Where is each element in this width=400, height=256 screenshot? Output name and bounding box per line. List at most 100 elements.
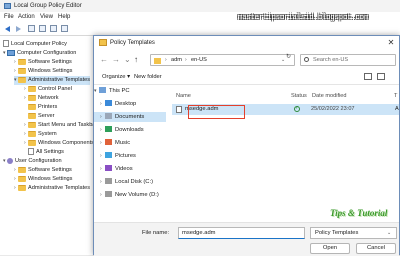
tree-item-control-panel[interactable]: › Control Panel [24,85,72,94]
chevron-down-icon: ⌄ [387,230,392,236]
view-options-icon[interactable] [364,73,372,80]
up-arrow-icon[interactable]: ↑ [134,55,138,65]
breadcrumb-en-us[interactable]: en-US [191,57,207,63]
column-header-type[interactable]: T [394,93,397,99]
nav-downloads[interactable]: › Downloads [94,125,166,135]
recent-chevron-icon[interactable]: ⌄ [124,55,131,65]
open-button[interactable]: Open [310,243,350,254]
tree-item-all-settings[interactable]: All Settings [24,148,64,157]
policy-icon [3,40,9,48]
nav-local-disk-c[interactable]: › Local Disk (C:) [94,177,166,187]
tree-item-user-administrative-templates[interactable]: › Administrative Templates [14,184,90,193]
tree-item-start-menu[interactable]: › Start Menu and Taskba [24,121,95,130]
search-box[interactable]: Search en-US [300,54,396,66]
nav-new-volume-d[interactable]: › New Volume (D:) [94,190,166,200]
properties-icon[interactable] [39,25,46,32]
dialog-title: Policy Templates [110,40,155,46]
file-type-select[interactable]: Policy Templates ⌄ [310,227,397,239]
tree-item-user-configuration[interactable]: ▾ User Configuration [3,157,62,166]
menu-file[interactable]: File [4,14,14,20]
nav-desktop[interactable]: › Desktop [94,99,166,109]
documents-icon [105,113,112,120]
file-type: A [395,106,399,112]
tree-item-printers[interactable]: Printers [24,103,57,112]
window-title: Local Group Policy Editor [14,3,82,9]
column-header-name[interactable]: Name [176,93,191,99]
folder-icon [18,166,26,173]
preview-pane-icon[interactable] [377,73,385,80]
policy-templates-dialog: Policy Templates ✕ ← → ⌄ ↑ › adm › en-US… [93,35,400,256]
navigation-pane: ▾ This PC › Desktop › Documents › Downloads … [94,86,166,221]
folder-icon [18,67,26,74]
folder-icon [28,121,36,128]
folder-icon [18,58,26,65]
watermark-text: Tips & Tutorial [330,208,388,218]
tree-item-computer-configuration[interactable]: ▾ Computer Configuration [3,49,76,58]
search-placeholder: Search en-US [313,57,349,63]
navigation-bar: ← → ⌄ ↑ › adm › en-US ⌄ ↻ Search en-US [94,51,399,69]
column-header-date[interactable]: Date modified [312,93,347,99]
music-icon [105,139,112,146]
adm-file-icon [176,106,182,113]
folder-icon [28,139,36,146]
policy-tree: Local Computer Policy ▾ Computer Configur… [0,38,96,255]
tree-item-system[interactable]: › System [24,130,57,139]
cancel-button[interactable]: Cancel [356,243,396,254]
folder-icon [28,94,36,101]
show-hide-tree-icon[interactable] [28,25,35,32]
folder-icon [18,76,26,83]
pictures-icon [105,152,112,159]
tree-item-windows-settings[interactable]: › Windows Settings [14,67,72,76]
watermark-url: mastertipsorialsid.blogspot.com [238,14,369,22]
toolbar [0,22,400,36]
folder-icon [28,85,36,92]
back-arrow-icon[interactable]: ← [100,55,108,65]
menu-view[interactable]: View [40,14,53,20]
nav-this-pc[interactable]: ▾ This PC [94,86,166,96]
filter-icon[interactable] [61,25,68,32]
menu-help[interactable]: Help [58,14,70,20]
address-bar[interactable]: › adm › en-US ⌄ [150,54,295,66]
tree-item-windows-components[interactable]: › Windows Components [24,139,94,148]
forward-icon[interactable] [14,25,22,33]
close-icon[interactable]: ✕ [386,38,396,48]
tree-item-software-settings[interactable]: › Software Settings [14,58,72,67]
computer-icon [7,49,15,56]
file-name-input[interactable]: msedge.adm [178,227,305,239]
breadcrumb-adm[interactable]: adm [171,57,182,63]
folder-icon [18,175,26,182]
folder-icon [18,184,26,191]
file-name-label: File name: [142,230,170,236]
policy-editor-icon [4,3,11,9]
folder-icon [99,39,107,46]
organize-button[interactable]: Organize ▾ [102,74,130,80]
nav-videos[interactable]: › Videos [94,164,166,174]
nav-music[interactable]: › Music [94,138,166,148]
help-icon[interactable] [50,25,57,32]
title-bar: Local Group Policy Editor [0,0,400,12]
tree-item-user-windows-settings[interactable]: › Windows Settings [14,175,72,184]
back-icon[interactable] [4,25,12,33]
nav-documents[interactable]: › Documents [94,112,166,122]
drive-icon [105,178,112,185]
tree-item-administrative-templates[interactable]: ▾ Administrative Templates [14,76,91,85]
column-header-status[interactable]: Status [291,93,307,99]
pc-icon [99,87,106,94]
downloads-icon [105,126,112,133]
tree-item-network[interactable]: › Network [24,94,59,103]
tree-item-user-software-settings[interactable]: › Software Settings [14,166,72,175]
nav-pictures[interactable]: › Pictures [94,151,166,161]
videos-icon [105,165,112,172]
command-bar: Organize ▾ New folder [94,70,399,85]
tree-item-server[interactable]: Server [24,112,54,121]
menu-action[interactable]: Action [18,14,35,20]
search-icon [304,57,309,62]
folder-icon [28,130,36,137]
folder-icon [28,103,36,110]
forward-arrow-icon[interactable]: → [112,55,120,65]
new-folder-button[interactable]: New folder [134,74,162,80]
refresh-icon[interactable]: ↻ [286,53,291,60]
dialog-footer: File name: msedge.adm Policy Templates ⌄… [94,222,399,256]
address-dropdown-icon[interactable]: ⌄ [281,57,285,63]
tree-item-local-computer-policy[interactable]: Local Computer Policy [3,40,67,49]
